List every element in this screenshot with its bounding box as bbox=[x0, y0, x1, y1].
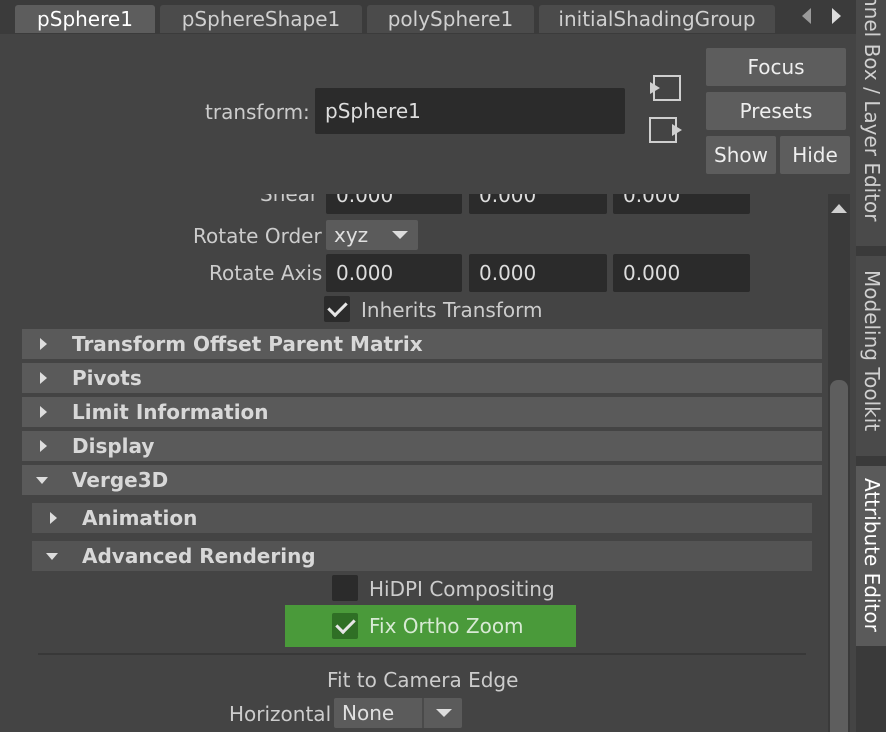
expand-arrow-icon bbox=[50, 512, 57, 524]
tab-scroll-left-icon[interactable] bbox=[802, 8, 811, 24]
rotate-order-dropdown[interactable]: xyz bbox=[326, 220, 418, 250]
presets-button[interactable]: Presets bbox=[706, 92, 846, 130]
section-limit-information[interactable]: Limit Information bbox=[22, 397, 822, 427]
chevron-down-icon bbox=[392, 231, 408, 239]
section-title: Display bbox=[72, 434, 155, 458]
horizontal-dropdown[interactable]: None bbox=[334, 698, 462, 728]
expand-arrow-icon bbox=[40, 372, 47, 384]
collapse-arrow-icon bbox=[46, 553, 58, 560]
tab-polysphere1[interactable]: polySphere1 bbox=[367, 5, 534, 33]
go-to-output-icon[interactable] bbox=[648, 116, 684, 144]
transform-name-field[interactable]: pSphere1 bbox=[315, 88, 625, 134]
tab-channel-box-layer-editor[interactable]: nnel Box / Layer Editor bbox=[856, 0, 886, 246]
shear-z-field[interactable]: 0.000 bbox=[613, 194, 750, 214]
tab-psphere1[interactable]: pSphere1 bbox=[15, 5, 155, 33]
section-transform-offset-parent-matrix[interactable]: Transform Offset Parent Matrix bbox=[22, 329, 822, 359]
tab-label: nnel Box / Layer Editor bbox=[860, 0, 884, 222]
rotate-axis-y-field[interactable]: 0.000 bbox=[469, 254, 607, 292]
horizontal-value: None bbox=[342, 701, 395, 725]
fix-ortho-zoom-checkbox[interactable] bbox=[332, 613, 358, 639]
tab-label: Attribute Editor bbox=[860, 478, 884, 632]
side-panel-tabs: nnel Box / Layer Editor Modeling Toolkit… bbox=[856, 0, 886, 732]
show-button[interactable]: Show bbox=[706, 136, 776, 174]
fix-ortho-zoom-label: Fix Ortho Zoom bbox=[369, 614, 524, 638]
rotate-axis-label: Rotate Axis bbox=[209, 261, 323, 285]
node-tab-bar: pSphere1 pSphereShape1 polySphere1 initi… bbox=[0, 0, 856, 34]
fix-ortho-zoom-row[interactable]: Fix Ortho Zoom bbox=[285, 605, 576, 647]
rotate-order-label: Rotate Order bbox=[193, 224, 322, 248]
load-input-icon[interactable] bbox=[648, 74, 684, 102]
inherits-transform-label: Inherits Transform bbox=[361, 298, 543, 322]
focus-button[interactable]: Focus bbox=[706, 48, 846, 86]
check-icon bbox=[327, 296, 348, 318]
section-title: Limit Information bbox=[72, 400, 269, 424]
expand-arrow-icon bbox=[40, 440, 47, 452]
transform-label: transform: bbox=[205, 100, 310, 124]
section-title: Animation bbox=[82, 506, 198, 530]
scroll-up-icon[interactable] bbox=[831, 204, 847, 213]
shear-y-field[interactable]: 0.000 bbox=[469, 194, 607, 214]
chevron-down-icon bbox=[436, 709, 452, 717]
expand-arrow-icon bbox=[40, 338, 47, 350]
fit-to-camera-edge-label: Fit to Camera Edge bbox=[327, 668, 519, 692]
vertical-scrollbar[interactable] bbox=[828, 194, 850, 732]
tab-attribute-editor[interactable]: Attribute Editor bbox=[856, 466, 886, 646]
scrollbar-thumb[interactable] bbox=[830, 380, 848, 732]
section-title: Verge3D bbox=[72, 468, 169, 492]
collapse-arrow-icon bbox=[36, 477, 48, 484]
section-advanced-rendering[interactable]: Advanced Rendering bbox=[32, 541, 812, 571]
section-display[interactable]: Display bbox=[22, 431, 822, 461]
tab-psphereshape1[interactable]: pSphereShape1 bbox=[160, 5, 362, 33]
section-title: Pivots bbox=[72, 366, 142, 390]
tab-modeling-toolkit[interactable]: Modeling Toolkit bbox=[856, 256, 886, 456]
divider bbox=[38, 653, 806, 655]
hidpi-compositing-checkbox[interactable] bbox=[332, 575, 358, 601]
inherits-transform-checkbox[interactable] bbox=[324, 296, 350, 322]
rotate-axis-x-field[interactable]: 0.000 bbox=[326, 254, 462, 292]
rotate-order-value: xyz bbox=[334, 223, 369, 247]
dropdown-divider bbox=[422, 698, 424, 728]
section-animation[interactable]: Animation bbox=[32, 503, 812, 533]
section-pivots[interactable]: Pivots bbox=[22, 363, 822, 393]
section-title: Advanced Rendering bbox=[82, 544, 316, 568]
check-icon bbox=[335, 613, 356, 635]
shear-x-field[interactable]: 0.000 bbox=[326, 194, 462, 214]
expand-arrow-icon bbox=[40, 406, 47, 418]
horizontal-label: Horizontal bbox=[229, 702, 332, 726]
hide-button[interactable]: Hide bbox=[780, 136, 850, 174]
attribute-header: transform: pSphere1 Focus Presets Show H… bbox=[0, 34, 856, 194]
tab-label: Modeling Toolkit bbox=[860, 270, 884, 432]
section-verge3d[interactable]: Verge3D bbox=[22, 465, 822, 495]
tab-scroll-right-icon[interactable] bbox=[832, 8, 841, 24]
section-title: Transform Offset Parent Matrix bbox=[72, 332, 423, 356]
hidpi-compositing-label: HiDPI Compositing bbox=[369, 577, 555, 601]
rotate-axis-z-field[interactable]: 0.000 bbox=[613, 254, 750, 292]
tab-initialshadinggroup[interactable]: initialShadingGroup bbox=[539, 5, 775, 33]
attribute-scroll-area: Shear 0.000 0.000 0.000 Rotate Order xyz… bbox=[22, 194, 828, 732]
shear-label: Shear bbox=[260, 194, 319, 206]
